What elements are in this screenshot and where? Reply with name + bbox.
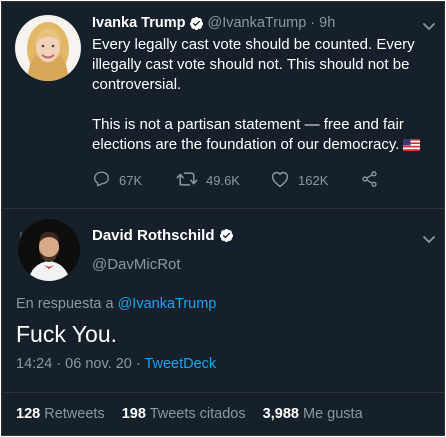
reply-display-name[interactable]: David Rothschild bbox=[92, 227, 215, 244]
reply-timestamp[interactable]: 14:24 · 06 nov. 20 · bbox=[16, 356, 144, 372]
reply-stats: 128 Retweets 198 Tweets citados 3,988 Me… bbox=[16, 406, 376, 422]
reply-name-row: David Rothschild bbox=[92, 227, 237, 244]
verified-badge-icon bbox=[189, 16, 204, 31]
stats-divider bbox=[2, 392, 444, 393]
parent-more-chevron-down-icon[interactable] bbox=[422, 19, 436, 31]
share-action[interactable] bbox=[360, 170, 387, 191]
avatar-ivanka[interactable] bbox=[15, 15, 81, 81]
reply-action[interactable]: 67K bbox=[92, 170, 142, 191]
quotes-count[interactable]: 198 bbox=[122, 406, 146, 422]
reply-handle[interactable]: @DavMicRot bbox=[92, 256, 181, 273]
retweets-label[interactable]: Retweets bbox=[44, 406, 104, 422]
quotes-label[interactable]: Tweets citados bbox=[150, 406, 246, 422]
replying-to-line: En respuesta a @IvankaTrump bbox=[16, 296, 216, 312]
parent-time-ago[interactable]: 9h bbox=[319, 15, 335, 31]
tweet-divider bbox=[2, 208, 444, 209]
parent-paragraph-2: This is not a partisan statement — free … bbox=[92, 115, 422, 157]
retweet-icon bbox=[176, 170, 206, 191]
reply-tweet-text: Fuck You. bbox=[16, 321, 118, 347]
header-separator: · bbox=[310, 15, 316, 31]
parent-tweet-text: Every legally cast vote should be counte… bbox=[92, 35, 422, 157]
reply-verified-badge-icon bbox=[219, 228, 234, 243]
replying-to-prefix: En respuesta a bbox=[16, 296, 114, 312]
reply-count: 67K bbox=[119, 173, 143, 188]
retweets-count[interactable]: 128 bbox=[16, 406, 40, 422]
reply-meta: 14:24 · 06 nov. 20 · TweetDeck bbox=[16, 356, 216, 372]
likes-label[interactable]: Me gusta bbox=[303, 406, 363, 422]
heart-icon bbox=[270, 170, 298, 191]
reply-icon bbox=[92, 170, 119, 191]
parent-tweet-header: Ivanka Trump @IvankaTrump · 9h bbox=[92, 14, 335, 32]
tweet-screenshot: Ivanka Trump @IvankaTrump · 9h Every leg… bbox=[1, 1, 445, 436]
likes-count[interactable]: 3,988 bbox=[263, 406, 299, 422]
parent-paragraph-1: Every legally cast vote should be counte… bbox=[92, 36, 415, 93]
avatar-david[interactable] bbox=[18, 219, 80, 281]
retweet-count: 49.6K bbox=[206, 173, 240, 188]
replying-to-link[interactable]: @IvankaTrump bbox=[118, 296, 217, 312]
like-count: 162K bbox=[298, 173, 329, 188]
retweet-action[interactable]: 49.6K bbox=[176, 170, 240, 191]
parent-display-name[interactable]: Ivanka Trump bbox=[92, 15, 185, 31]
parent-handle[interactable]: @IvankaTrump bbox=[207, 15, 306, 31]
reply-more-chevron-down-icon[interactable] bbox=[422, 232, 436, 244]
reply-source-link[interactable]: TweetDeck bbox=[144, 356, 216, 372]
us-flag-icon bbox=[403, 137, 421, 157]
parent-paragraph-2-text: This is not a partisan statement — free … bbox=[92, 116, 404, 153]
share-icon bbox=[360, 170, 387, 191]
like-action[interactable]: 162K bbox=[270, 170, 328, 191]
parent-action-bar: 67K 49.6K 162K bbox=[92, 170, 392, 192]
